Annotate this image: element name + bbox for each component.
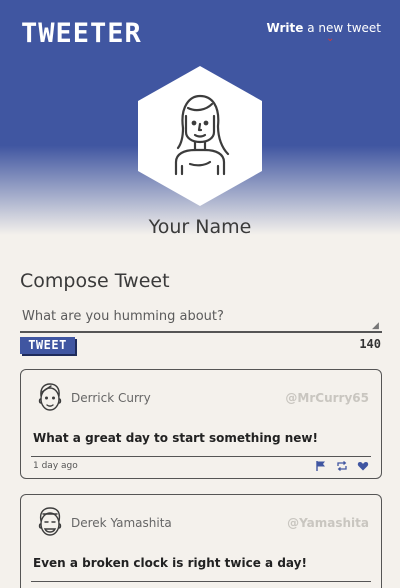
tweet-actions [315,460,369,472]
profile-avatar [138,66,262,206]
avatar [33,505,67,539]
avatar [33,380,67,414]
tweet-author-handle: @MrCurry65 [285,391,369,405]
write-link-strong: Write [266,21,304,35]
retweet-icon[interactable] [336,460,348,472]
write-link-rest: a new tweet [303,21,381,35]
tweet-button[interactable]: TWEET [20,337,75,354]
tweet-divider [31,456,371,457]
heart-icon[interactable] [357,460,369,472]
tweet-timestamp: 1 day ago [33,461,78,471]
resize-handle-icon[interactable]: ◢ [372,321,379,331]
write-new-tweet-link[interactable]: Write a new tweet [266,21,381,35]
tweet-text: Even a broken clock is right twice a day… [33,556,307,570]
woman-avatar-icon [138,66,262,206]
man-avatar-icon [38,507,62,536]
compose-title: Compose Tweet [20,270,170,292]
tweet-author-name: Derrick Curry [71,391,151,405]
tweet-divider [31,581,371,582]
tweet-card: Derek Yamashita @Yamashita Even a broken… [20,494,382,588]
profile-name: Your Name [148,216,252,238]
brand-logo[interactable]: TWEETER [21,18,142,49]
tweet-text: What a great day to start something new! [33,431,318,445]
character-counter: 140 [359,337,381,351]
tweet-author-name: Derek Yamashita [71,516,172,530]
tweet-author-handle: @Yamashita [287,516,369,530]
tweet-textarea[interactable] [20,307,382,333]
man-avatar-icon [38,383,62,411]
tweet-card: Derrick Curry @MrCurry65 What a great da… [20,369,382,479]
chevron-down-icon[interactable]: ⌄ [326,34,334,44]
flag-icon[interactable] [315,460,327,472]
